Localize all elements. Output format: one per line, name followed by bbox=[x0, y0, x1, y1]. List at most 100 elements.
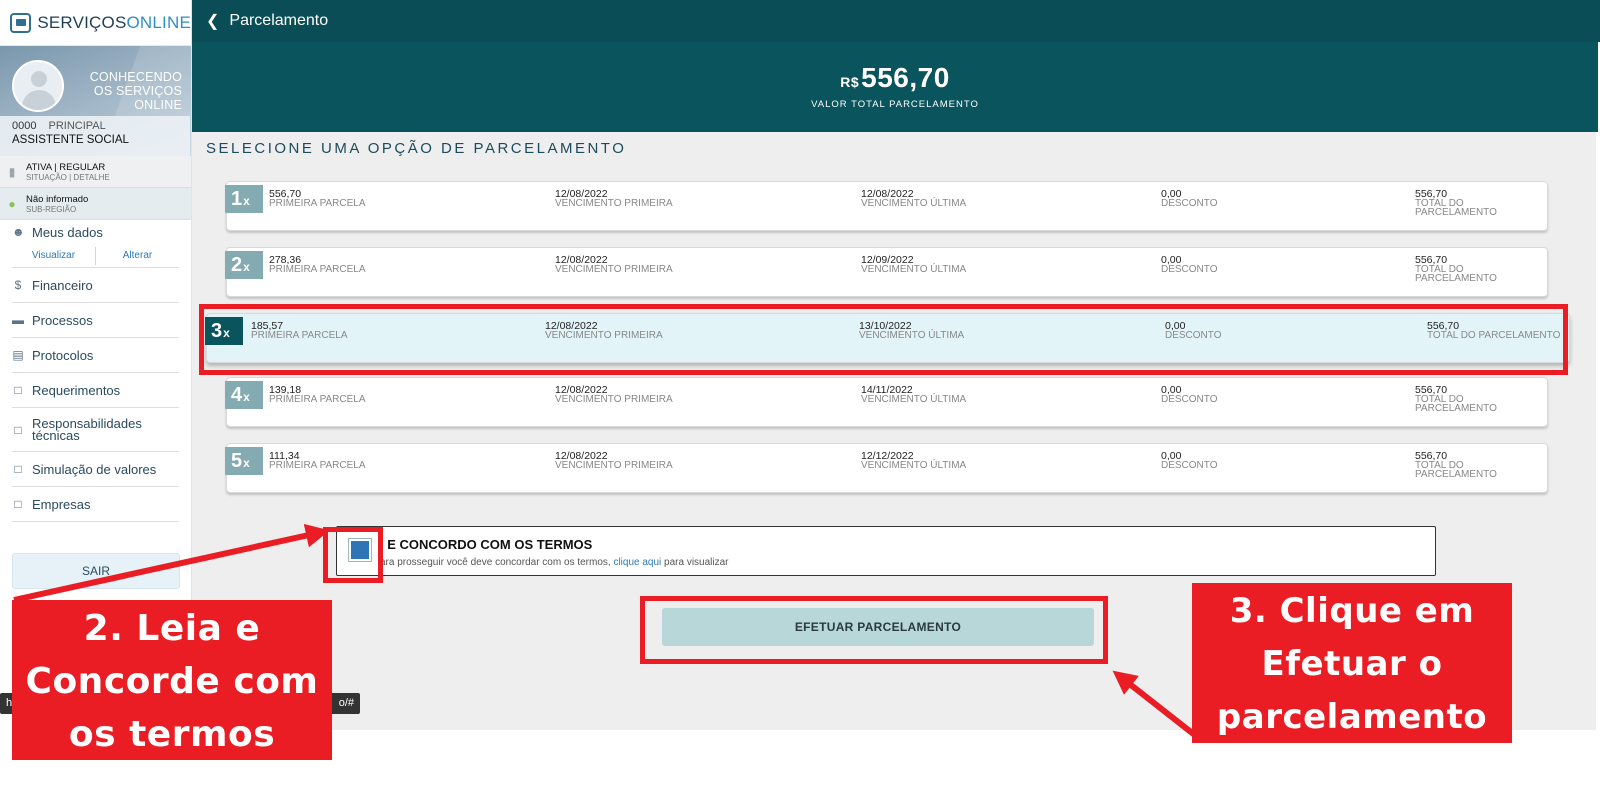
times-label: x bbox=[243, 260, 250, 274]
first-installment-label: PRIMEIRA PARCELA bbox=[269, 460, 366, 471]
highlight-submit-button bbox=[640, 596, 1108, 664]
top-bar: ❮ Parcelamento bbox=[192, 0, 1600, 42]
document-icon: ▤ bbox=[12, 348, 24, 362]
installment-option-4[interactable]: 4x 139,18 PRIMEIRA PARCELA 12/08/2022 VENC… bbox=[225, 377, 1548, 427]
status-value: ATIVA | REGULAR bbox=[26, 161, 106, 173]
installment-count-badge: 5x bbox=[225, 447, 263, 475]
sidebar-item-label: Processos bbox=[32, 312, 93, 328]
first-installment-cell: 278,36 PRIMEIRA PARCELA bbox=[269, 255, 366, 275]
due-first-cell: 12/08/2022 VENCIMENTO PRIMEIRA bbox=[555, 255, 673, 275]
due-last-cell: 12/09/2022 VENCIMENTO ÚLTIMA bbox=[861, 255, 966, 275]
meus-dados-submenu: Visualizar Alterar bbox=[12, 244, 179, 268]
terms-text-after: para visualizar bbox=[661, 557, 729, 568]
brand-name-part2: ONLINE bbox=[126, 12, 191, 32]
option-total-label: TOTAL DO PARCELAMENTO bbox=[1415, 198, 1497, 218]
profile-card: CONHECENDO OS SERVIÇOS ONLINE 0000 PRINCI… bbox=[0, 46, 191, 156]
annotation-step-2: 2. Leia e Concorde com os termos bbox=[12, 600, 332, 760]
sidebar-item-simulacao[interactable]: □ Simulação de valores bbox=[12, 452, 179, 487]
avatar[interactable] bbox=[12, 60, 64, 112]
terms-description: ara prosseguir você deve concordar com o… bbox=[380, 557, 729, 568]
sidebar-item-label: Simulação de valores bbox=[32, 461, 157, 477]
first-installment-label: PRIMEIRA PARCELA bbox=[269, 394, 366, 405]
due-first-label: VENCIMENTO PRIMEIRA bbox=[555, 460, 673, 471]
terms-link[interactable]: clique aqui bbox=[613, 557, 661, 568]
due-last-label: VENCIMENTO ÚLTIMA bbox=[861, 394, 967, 405]
sidebar-item-requerimentos[interactable]: □ Requerimentos bbox=[12, 373, 179, 408]
times-label: x bbox=[243, 194, 250, 208]
installment-count: 5 bbox=[231, 450, 243, 472]
registration-number: 0000 bbox=[12, 120, 37, 132]
terms-title: I E CONCORDO COM OS TERMOS bbox=[380, 537, 593, 552]
due-first-cell: 12/08/2022 VENCIMENTO PRIMEIRA bbox=[555, 385, 673, 405]
registration-line: 0000 PRINCIPAL bbox=[12, 120, 190, 132]
sidebar-item-label: Requerimentos bbox=[32, 382, 121, 398]
total-cell: 556,70 TOTAL DO PARCELAMENTO bbox=[1415, 385, 1547, 414]
registration-type: PRINCIPAL bbox=[48, 120, 106, 132]
sidebar-item-label: Meus dados bbox=[32, 224, 103, 240]
total-summary: R$556,70 VALOR TOTAL PARCELAMENTO bbox=[192, 42, 1598, 132]
sidebar-item-label: Protocolos bbox=[32, 347, 94, 363]
annotation-step-3: 3. Clique em Efetuar o parcelamento bbox=[1192, 583, 1512, 743]
map-pin-icon: ● bbox=[8, 196, 16, 211]
option-total-label: TOTAL DO PARCELAMENTO bbox=[1415, 264, 1497, 284]
registration-box: 0000 PRINCIPAL ASSISTENTE SOCIAL bbox=[0, 116, 190, 156]
sidebar-menu: ☻ Meus dados Visualizar Alterar $ Financ… bbox=[0, 220, 191, 522]
total-caption: VALOR TOTAL PARCELAMENTO bbox=[811, 99, 979, 110]
profile-role: ASSISTENTE SOCIAL bbox=[12, 134, 129, 146]
installment-count: 4 bbox=[231, 384, 243, 406]
installment-option-1[interactable]: 1x 556,70 PRIMEIRA PARCELA 12/08/2022 VENC… bbox=[225, 181, 1548, 231]
highlight-selected-option bbox=[199, 304, 1568, 375]
section-title: SELECIONE UMA OPÇÃO DE PARCELAMENTO bbox=[206, 140, 627, 157]
times-label: x bbox=[243, 456, 250, 470]
discount-label: DESCONTO bbox=[1161, 198, 1218, 209]
avatar-head bbox=[31, 71, 47, 87]
due-first-cell: 12/08/2022 VENCIMENTO PRIMEIRA bbox=[555, 189, 673, 209]
due-last-cell: 14/11/2022 VENCIMENTO ÚLTIMA bbox=[861, 385, 967, 405]
profile-name: CONHECENDO OS SERVIÇOS ONLINE bbox=[89, 70, 182, 112]
installment-count: 2 bbox=[231, 254, 243, 276]
installment-option-5[interactable]: 5x 111,34 PRIMEIRA PARCELA 12/08/2022 VENC… bbox=[225, 443, 1548, 493]
sidebar-item-empresas[interactable]: □ Empresas bbox=[12, 487, 179, 522]
discount-label: DESCONTO bbox=[1161, 460, 1218, 471]
total-cell: 556,70 TOTAL DO PARCELAMENTO bbox=[1415, 451, 1547, 480]
discount-cell: 0,00 DESCONTO bbox=[1161, 255, 1218, 275]
discount-label: DESCONTO bbox=[1161, 264, 1218, 275]
logout-button[interactable]: SAIR bbox=[12, 553, 180, 589]
currency-symbol: R$ bbox=[840, 74, 860, 90]
terms-text-before: ara prosseguir você deve concordar com o… bbox=[380, 557, 614, 568]
avatar-body bbox=[22, 90, 56, 110]
lock-icon: ▮ bbox=[8, 164, 16, 179]
alterar-link[interactable]: Alterar bbox=[96, 250, 179, 261]
times-label: x bbox=[243, 390, 250, 404]
region-row: ● Não informado SUB-REGIÃO bbox=[0, 188, 191, 220]
sidebar-item-protocolos[interactable]: ▤ Protocolos bbox=[12, 338, 179, 373]
discount-cell: 0,00 DESCONTO bbox=[1161, 189, 1218, 209]
due-first-label: VENCIMENTO PRIMEIRA bbox=[555, 394, 673, 405]
installment-count: 1 bbox=[231, 188, 243, 210]
visualizar-link[interactable]: Visualizar bbox=[12, 250, 95, 261]
chevron-left-icon[interactable]: ❮ bbox=[206, 11, 219, 31]
clipboard-icon: □ bbox=[14, 422, 22, 437]
sidebar-item-financeiro[interactable]: $ Financeiro bbox=[12, 268, 179, 303]
total-cell: 556,70 TOTAL DO PARCELAMENTO bbox=[1415, 189, 1547, 218]
sidebar-item-processos[interactable]: ▬ Processos bbox=[12, 303, 179, 338]
page-title: Parcelamento bbox=[229, 12, 329, 29]
discount-label: DESCONTO bbox=[1161, 394, 1218, 405]
user-icon: ☻ bbox=[12, 225, 25, 239]
monitor-logo-icon bbox=[10, 12, 32, 33]
first-installment-cell: 139,18 PRIMEIRA PARCELA bbox=[269, 385, 366, 405]
dollar-icon: $ bbox=[14, 278, 22, 292]
app-window: SERVIÇOS ONLINE CONHECENDO OS SERVIÇOS ON… bbox=[0, 0, 1600, 809]
discount-cell: 0,00 DESCONTO bbox=[1161, 451, 1218, 471]
sidebar-item-meus-dados[interactable]: ☻ Meus dados bbox=[12, 220, 179, 244]
first-installment-label: PRIMEIRA PARCELA bbox=[269, 198, 366, 209]
installment-count-badge: 2x bbox=[225, 251, 263, 279]
due-first-label: VENCIMENTO PRIMEIRA bbox=[555, 264, 673, 275]
sidebar-item-responsabilidades[interactable]: □ Responsabilidades técnicas bbox=[12, 408, 179, 452]
brand-logo[interactable]: SERVIÇOS ONLINE bbox=[0, 0, 191, 46]
status-row: ▮ ATIVA | REGULAR SITUAÇÃO | DETALHE bbox=[0, 156, 191, 188]
first-installment-cell: 111,34 PRIMEIRA PARCELA bbox=[269, 451, 366, 471]
installment-option-2[interactable]: 2x 278,36 PRIMEIRA PARCELA 12/08/2022 VENC… bbox=[225, 247, 1548, 297]
sidebar-item-label: Responsabilidades técnicas bbox=[32, 415, 142, 443]
first-installment-cell: 556,70 PRIMEIRA PARCELA bbox=[269, 189, 366, 209]
